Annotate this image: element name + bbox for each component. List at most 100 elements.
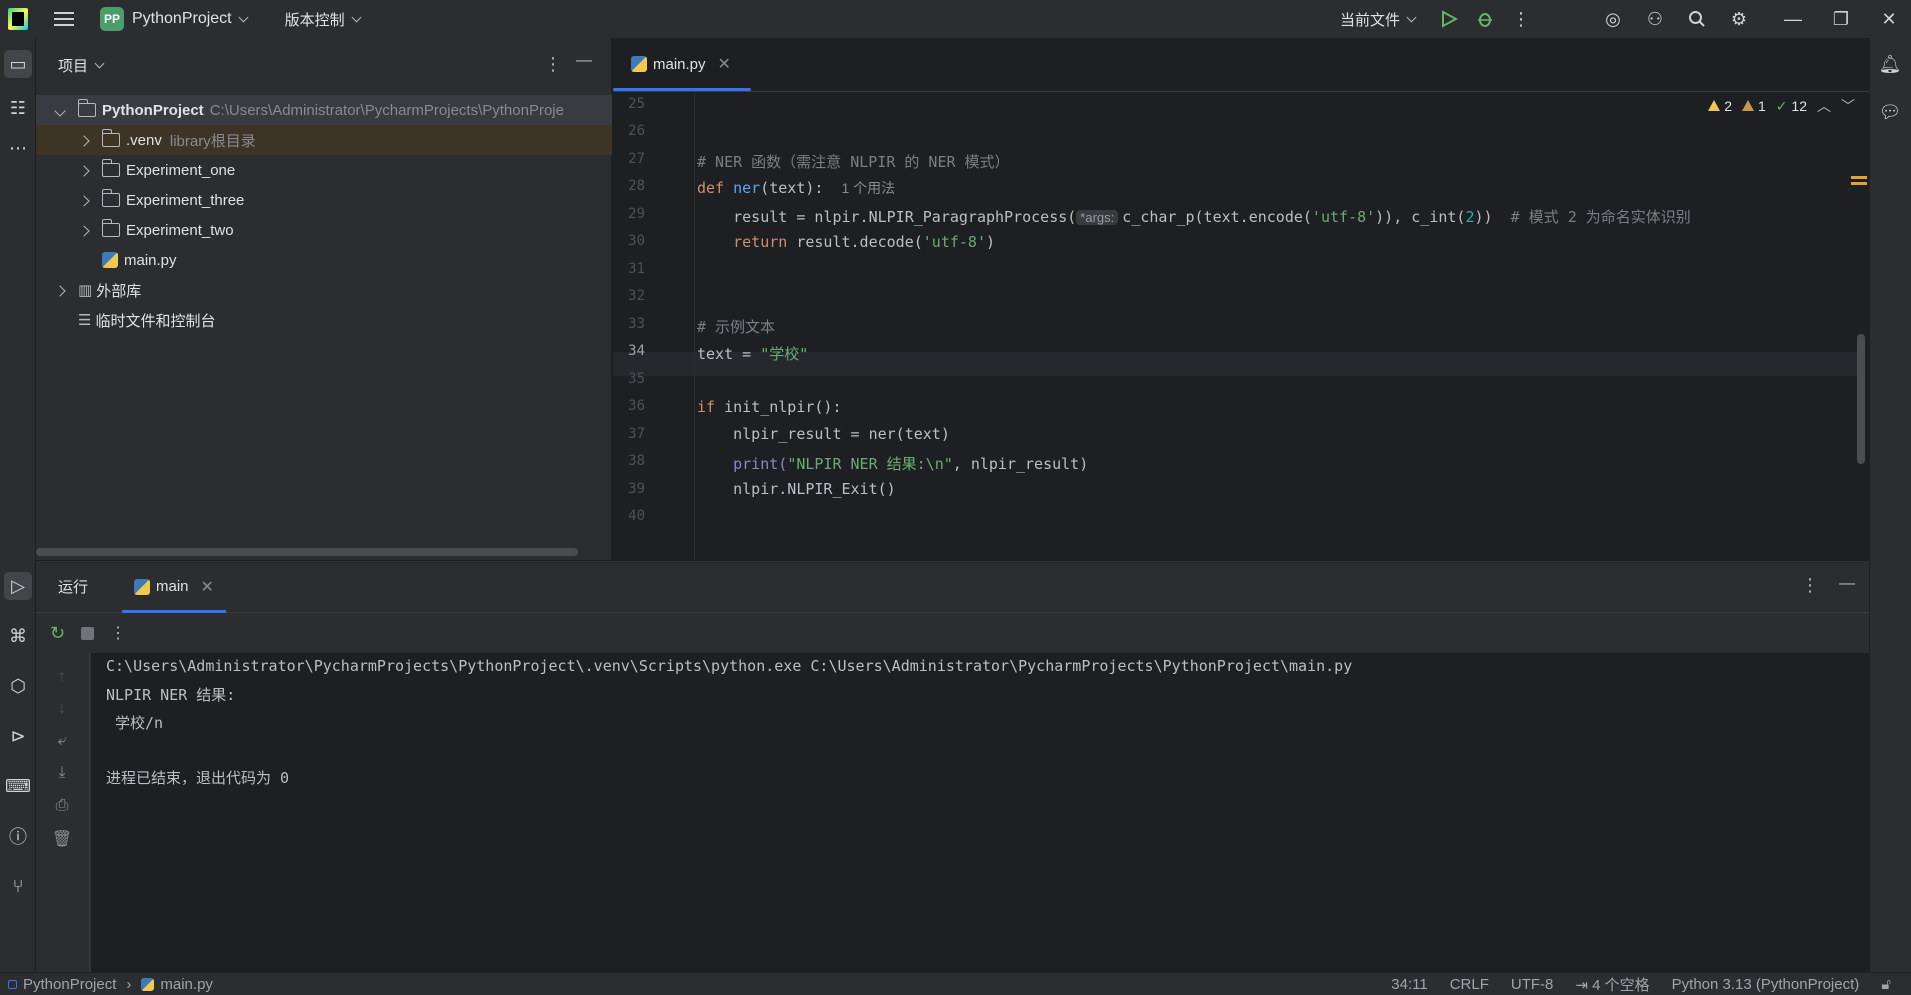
scroll-up-icon[interactable]: ↑ [50,665,74,689]
gear-icon: ⚙ [1730,8,1748,29]
main-menu-button[interactable] [28,0,74,38]
code-with-me-button[interactable]: ⚇ [1639,3,1671,35]
next-highlight-button[interactable]: ﹀ [1841,96,1855,116]
options-button[interactable]: ⋮ [544,54,562,75]
close-icon: ✕ [1881,8,1897,29]
scroll-down-icon[interactable]: ↓ [50,697,74,721]
title-bar: PP PythonProject 版本控制 当前文件 ⋮ ◎ ⚇ ⚙ — ❐ ✕ [0,0,1911,38]
chevron-down-icon [54,104,66,117]
git-button[interactable]: ⑂ [4,872,32,900]
editor-tabs: main.py ✕ [613,38,1869,92]
run-more-button[interactable]: ⋮ [110,623,126,643]
code-line-27[interactable]: # NER 函数（需注意 NLPIR 的 NER 模式） [697,151,1010,172]
tree-item-project-root[interactable]: PythonProject C:\Users\Administrator\Pyc… [36,95,612,125]
file-encoding[interactable]: UTF-8 [1511,976,1554,993]
add-user-icon: ⚇ [1646,8,1664,29]
code-line-34[interactable]: text = "学校" [697,343,808,364]
run-options-button[interactable]: ⋮ [1801,575,1819,596]
close-tab-icon[interactable]: ✕ [718,54,731,74]
tree-item-venv[interactable]: .venv library根目录 [36,125,612,155]
minimize-button[interactable]: — [1777,3,1809,35]
project-panel-title[interactable]: 项目 [58,55,88,76]
python-file-icon [102,252,118,268]
run-tool-button[interactable]: ▷ [4,572,32,600]
ai-assistant-button[interactable]: ◎ [1597,3,1629,35]
print-icon[interactable]: ⎙ [50,794,74,818]
console-output[interactable]: C:\Users\Administrator\PycharmProjects\P… [91,653,1869,973]
close-window-button[interactable]: ✕ [1873,3,1905,35]
close-tab-icon[interactable]: ✕ [201,577,214,597]
lock-icon[interactable]: 🔓︎ [1881,976,1891,993]
python-icon: ⌘ [9,625,27,646]
terminal-button[interactable]: ⌨ [4,772,32,800]
debug-button[interactable] [1469,3,1501,35]
services-icon: ⊳ [10,725,26,746]
code-line-39[interactable]: nlpir.NLPIR_Exit() [697,480,896,498]
project-tool-button[interactable]: ▭ [4,50,32,78]
line-number: 38 [628,453,645,469]
code-line-37[interactable]: nlpir_result = ner(text) [697,425,950,443]
project-switcher[interactable]: PP PythonProject [74,0,249,38]
python-console-button[interactable]: ⌘ [4,622,32,650]
caret-position[interactable]: 34:11 [1391,976,1427,993]
tree-item-scratches[interactable]: ☰ 临时文件和控制台 [36,305,612,335]
tree-item-experiment-three[interactable]: Experiment_three [36,185,612,215]
line-number: 37 [628,426,645,442]
inspection-widget[interactable]: 2 1 ✓ 12 ︿ ﹀ [1708,96,1855,116]
services-button[interactable]: ⊳ [4,722,32,750]
structure-tool-button[interactable]: ☷ [4,94,32,122]
problems-button[interactable]: ⓘ [4,822,32,850]
more-actions-button[interactable]: ⋮ [1505,3,1537,35]
trash-icon[interactable]: 🗑︎ [50,827,74,851]
run-config-selector[interactable]: 当前文件 [1332,0,1417,38]
vertical-scrollbar[interactable] [1857,334,1865,464]
search-button[interactable] [1681,3,1713,35]
breadcrumb-file[interactable]: main.py [160,976,213,993]
tree-item-external-libraries[interactable]: ▥ 外部库 [36,275,612,305]
notifications-button[interactable]: 🔔︎ [1876,50,1904,78]
tab-main-py[interactable]: main.py ✕ [613,37,751,91]
error-stripe-marker[interactable] [1851,176,1867,179]
previous-highlight-button[interactable]: ︿ [1817,96,1831,116]
code-line-33[interactable]: # 示例文本 [697,316,775,337]
chevron-down-icon [351,12,362,22]
restore-button[interactable]: ❐ [1825,3,1857,35]
folder-icon [101,129,120,147]
code-line-29[interactable]: result = nlpir.NLPIR_ParagraphProcess(*a… [697,206,1691,227]
stop-button[interactable] [81,626,95,640]
tree-item-experiment-one[interactable]: Experiment_one [36,155,612,185]
horizontal-scrollbar[interactable] [36,548,578,556]
chevron-down-icon [94,58,105,68]
structure-icon: ☷ [9,97,27,118]
python-interpreter[interactable]: Python 3.13 (PythonProject) [1672,976,1860,993]
indent-setting[interactable]: ⇥ 4 个空格 [1575,974,1649,995]
chat-icon: 💬︎ [1878,101,1902,122]
vcs-label: 版本控制 [284,11,345,29]
more-tools-button[interactable]: ⋯ [4,134,32,162]
code-line-30[interactable]: return result.decode('utf-8') [697,233,995,251]
line-number: 33 [628,316,645,332]
breadcrumb-project[interactable]: PythonProject [23,976,116,993]
code-line-28[interactable]: def ner(text): 1 个用法 [697,178,895,198]
soft-wrap-icon[interactable]: ⤶ [50,729,74,753]
python-packages-button[interactable]: ⬡ [4,672,32,700]
line-number: 27 [628,151,645,167]
ai-chat-button[interactable]: 💬︎ [1876,98,1904,126]
line-ending[interactable]: CRLF [1450,976,1489,993]
scroll-to-end-icon[interactable]: ⤓ [50,761,74,785]
run-tab-main[interactable]: main ✕ [122,561,226,613]
hide-panel-button[interactable]: — [576,52,592,70]
settings-button[interactable]: ⚙ [1723,3,1755,35]
tree-item-main-py[interactable]: main.py [36,245,612,275]
code-line-38[interactable]: print("NLPIR NER 结果:\n", nlpir_result) [697,453,1088,474]
code-line-36[interactable]: if init_nlpir(): [697,398,842,416]
rerun-button[interactable]: ↻ [50,623,65,644]
hide-run-panel-button[interactable]: — [1839,575,1855,593]
chevron-right-icon [78,224,90,237]
run-button[interactable] [1433,3,1465,35]
chevron-down-icon [238,12,249,22]
usage-hint[interactable]: 1 个用法 [841,180,895,196]
vcs-menu[interactable]: 版本控制 [277,0,362,38]
chevron-down-icon [1406,12,1417,22]
tree-item-experiment-two[interactable]: Experiment_two [36,215,612,245]
